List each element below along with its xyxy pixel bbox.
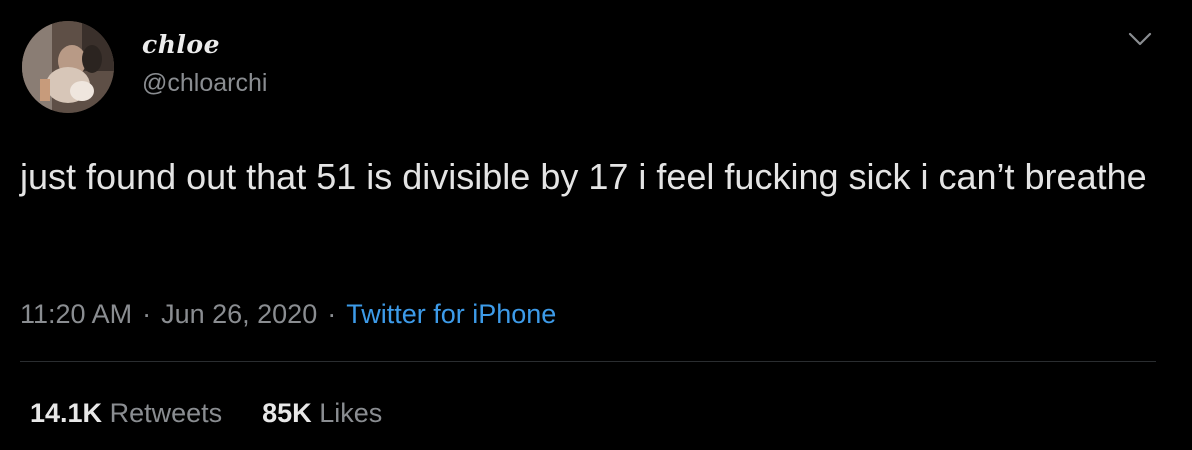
tweet-stats: 14.1K Retweets 85K Likes (30, 396, 382, 430)
chevron-down-icon[interactable] (1127, 30, 1153, 48)
retweets-label: Retweets (109, 398, 223, 428)
separator-dot: · (142, 299, 152, 329)
tweet-card: chloe @chloarchi just found out that 51 … (0, 0, 1192, 450)
separator-dot: · (327, 299, 337, 329)
avatar-photo (22, 21, 114, 113)
likes-stat[interactable]: 85K Likes (262, 396, 382, 430)
tweet-metadata: 11:20 AM · Jun 26, 2020 · Twitter for iPhone (20, 297, 556, 331)
retweets-count: 14.1K (30, 398, 103, 428)
retweets-stat[interactable]: 14.1K Retweets (30, 396, 222, 430)
tweet-time[interactable]: 11:20 AM (20, 299, 132, 329)
user-handle[interactable]: @chloarchi (142, 68, 267, 98)
tweet-date[interactable]: Jun 26, 2020 (161, 299, 317, 329)
display-name[interactable]: chloe (142, 30, 220, 60)
tweet-text: just found out that 51 is divisible by 1… (20, 156, 1147, 197)
likes-count: 85K (262, 398, 312, 428)
divider (20, 361, 1156, 362)
likes-label: Likes (319, 398, 383, 428)
tweet-source-link[interactable]: Twitter for iPhone (346, 299, 556, 329)
avatar[interactable] (22, 21, 114, 113)
